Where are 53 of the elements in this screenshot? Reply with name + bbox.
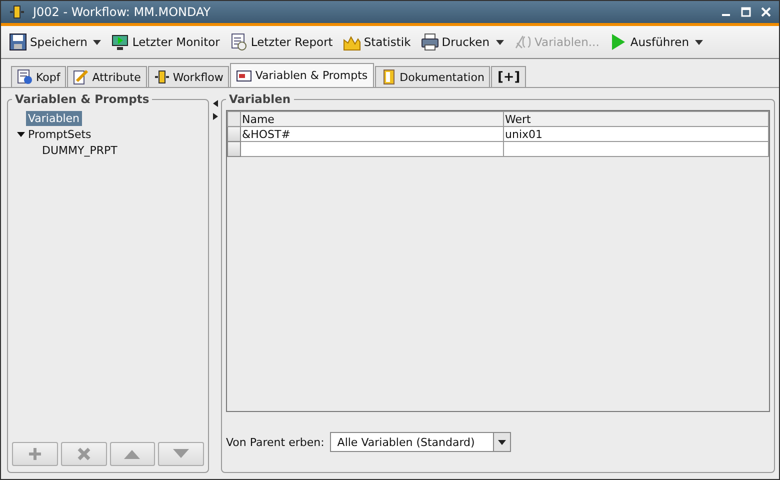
tab[interactable]: Dokumentation [374,66,490,87]
workflow-icon [9,4,25,20]
tab[interactable]: Attribute [67,66,147,87]
table-cell[interactable]: unix01 [504,126,768,142]
row-header[interactable] [228,126,240,142]
collapse-left-icon[interactable] [212,100,218,107]
table-cell[interactable] [504,142,768,156]
row-header[interactable] [228,142,240,156]
cross-icon [76,447,91,461]
tree-item[interactable]: DUMMY_PRPT [40,142,120,158]
panel-title: Variablen [228,92,292,106]
report-icon [230,33,248,51]
tree-item[interactable]: Variablen [26,110,82,126]
toolbar-button[interactable]: Statistik [340,33,413,51]
table-cell[interactable] [240,142,504,156]
save-icon [9,33,27,51]
maximize-icon[interactable] [741,7,751,17]
down-arrow-icon [173,449,190,459]
inherit-label: Von Parent erben: [226,436,324,448]
variable-icon [514,33,532,51]
toolbar-button[interactable]: Letzter Monitor [109,33,222,51]
expand-arrow-icon[interactable] [16,130,26,138]
pencil-icon [73,69,90,85]
tab[interactable]: [+] [491,66,526,87]
tab[interactable]: Variablen & Prompts [230,63,374,87]
expand-right-icon[interactable] [212,113,218,120]
play-icon [609,33,628,51]
plus-icon [28,447,42,461]
caret-icon[interactable] [93,40,102,44]
monitor-icon [111,33,130,51]
tree-item[interactable]: PromptSets [26,126,94,142]
printer-icon [420,33,439,51]
document-icon [17,69,33,85]
toolbar-button[interactable]: Drucken [418,33,492,51]
window-icon [236,68,252,84]
up-arrow-icon [124,449,140,459]
toolbar-button[interactable]: Letzter Report [228,33,335,51]
toolbar-button[interactable]: Ausführen [607,33,691,51]
book-icon [380,69,397,85]
column-header[interactable]: Name [240,112,504,126]
caret-icon[interactable] [496,40,504,44]
tab[interactable]: Kopf [11,66,66,87]
table-cell[interactable]: &HOST# [240,126,504,142]
panel-title: Variablen & Prompts [14,92,150,106]
inherit-dropdown[interactable]: Alle Variablen (Standard) [330,432,512,452]
column-header[interactable]: Wert [504,112,768,126]
caret-icon[interactable] [498,440,506,444]
workflow-icon [154,69,170,85]
close-icon[interactable] [761,7,771,17]
caret-icon[interactable] [695,40,703,44]
tab[interactable]: Workflow [148,66,230,87]
window-title: J002 - Workflow: MM.MONDAY [33,5,212,19]
toolbar-button[interactable]: Speichern [7,33,90,51]
